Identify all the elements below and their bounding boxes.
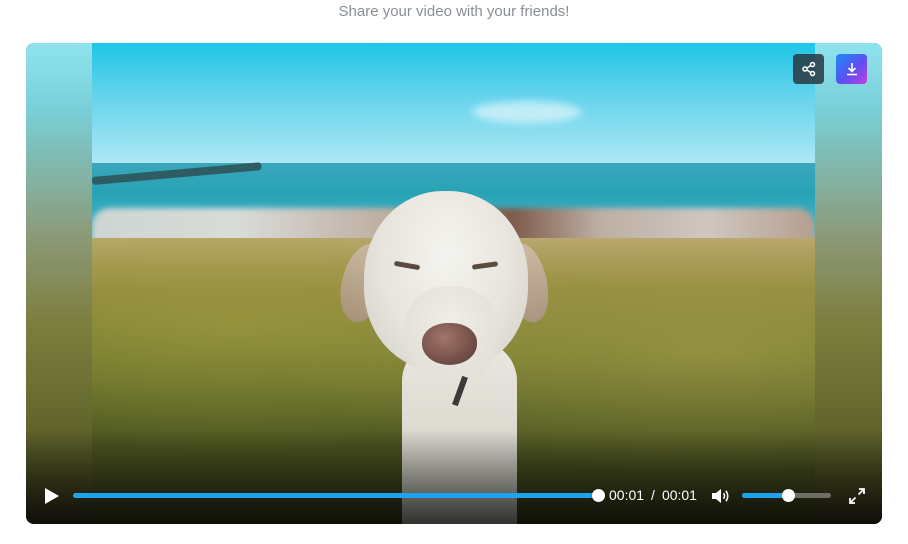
volume-button[interactable] [710,485,732,507]
play-icon [45,488,59,504]
play-button[interactable] [40,484,64,508]
time-display: 00:01 / 00:01 [609,487,697,503]
page-subtitle: Share your video with your friends! [338,3,570,20]
duration: 00:01 [661,487,697,503]
progress-knob[interactable] [592,489,605,502]
current-time: 00:01 [609,487,645,503]
time-separator: / [651,487,655,503]
video-controls: 00:01 / 00:01 [26,472,882,524]
fullscreen-button[interactable] [846,485,868,507]
volume-icon [712,489,729,503]
cloud [472,101,582,123]
progress-bar[interactable] [73,489,605,502]
download-button[interactable] [836,54,867,84]
progress-fill [73,493,598,498]
volume-knob[interactable] [782,489,796,502]
dog-nose [422,323,477,365]
share-icon [801,61,815,77]
share-button[interactable] [793,54,824,84]
volume-slider[interactable] [742,489,831,502]
download-icon [846,63,857,76]
fullscreen-icon [849,488,865,504]
video-player[interactable]: 00:01 / 00:01 [26,43,882,524]
